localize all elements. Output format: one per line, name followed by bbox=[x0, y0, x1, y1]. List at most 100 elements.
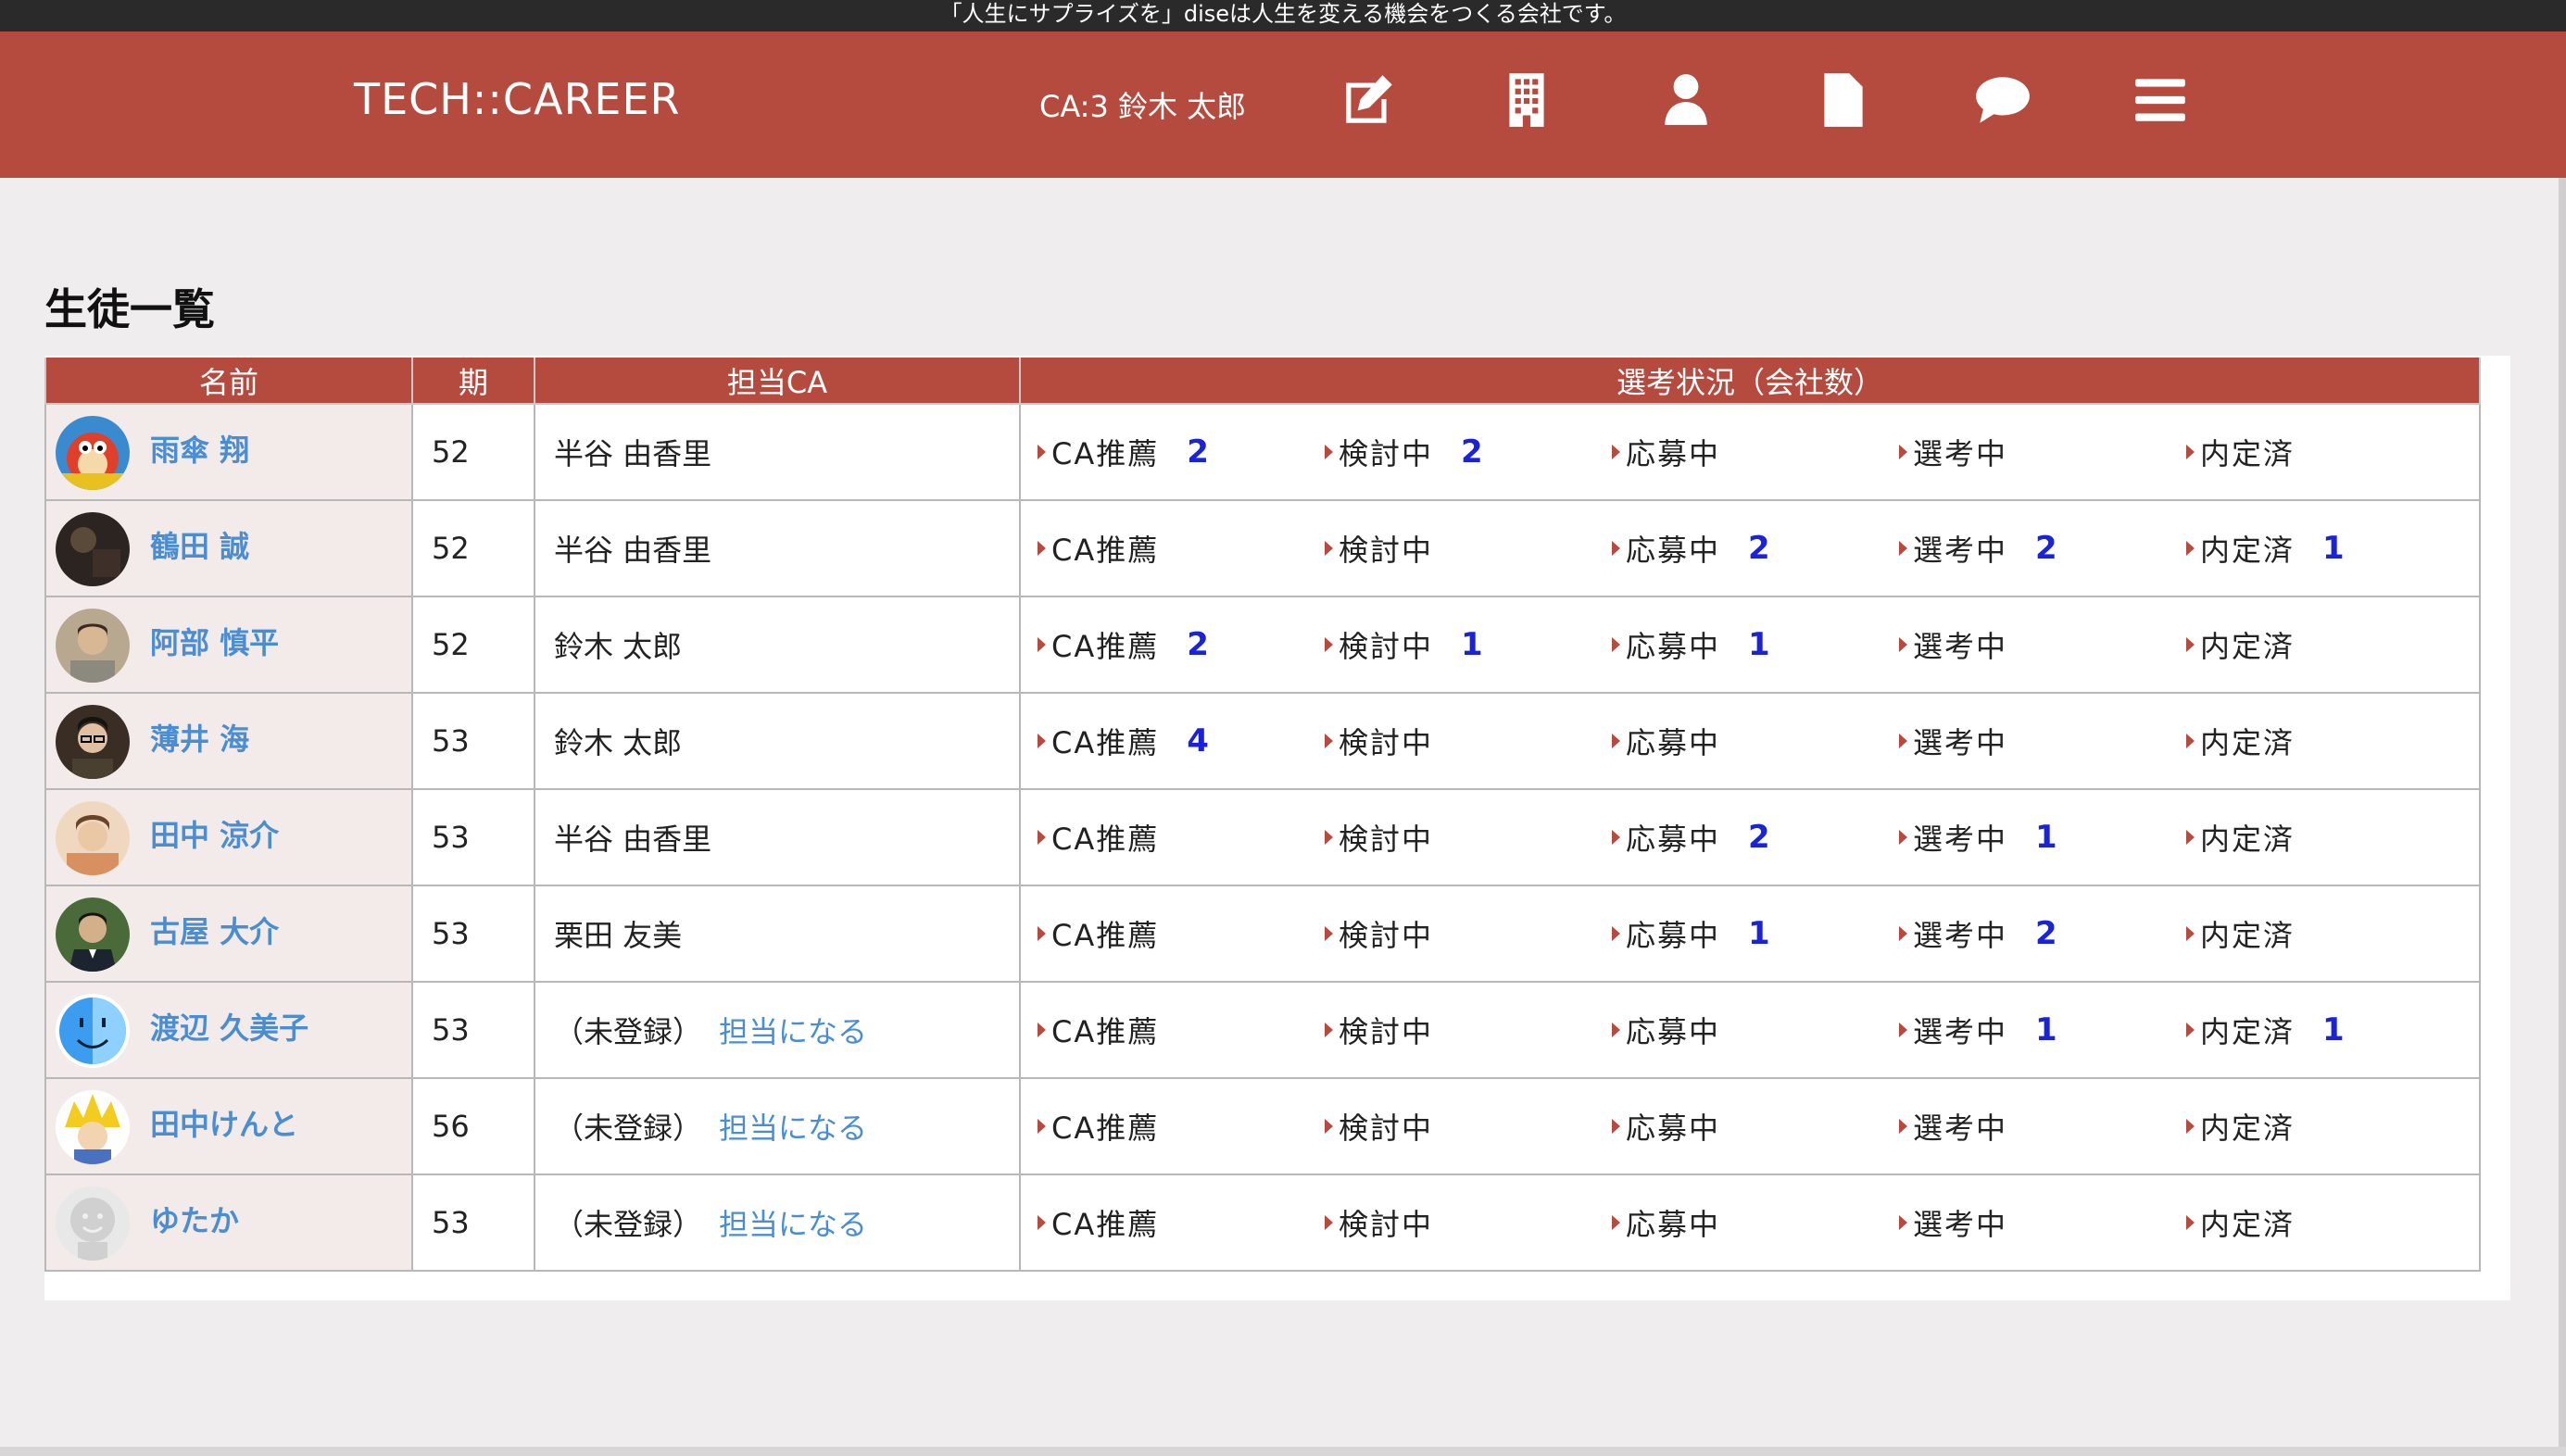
status-item[interactable]: 選考中 1 bbox=[1899, 816, 2186, 859]
status-item[interactable]: CA推薦 bbox=[1038, 816, 1325, 859]
status-count[interactable]: 2 bbox=[1748, 530, 1772, 567]
status-count[interactable]: 2 bbox=[1748, 819, 1772, 856]
status-item[interactable]: 内定済 1 bbox=[2186, 1009, 2473, 1051]
status-item[interactable]: CA推薦 bbox=[1038, 1009, 1325, 1051]
status-count[interactable]: 1 bbox=[1748, 626, 1772, 663]
status-count[interactable]: 2 bbox=[1187, 626, 1211, 663]
status-item[interactable]: 検討中 bbox=[1325, 912, 1612, 955]
student-name-link[interactable]: 雨傘 翔 bbox=[150, 427, 249, 470]
status-item[interactable]: 応募中 bbox=[1612, 1105, 1899, 1148]
status-count[interactable]: 2 bbox=[2035, 530, 2059, 567]
student-name-link[interactable]: 古屋 大介 bbox=[150, 909, 279, 951]
status-item[interactable]: CA推薦 bbox=[1038, 912, 1325, 955]
status-item[interactable]: 検討中 2 bbox=[1325, 431, 1612, 473]
status-item[interactable]: 応募中 1 bbox=[1612, 912, 1899, 955]
status-label: 選考中 bbox=[1913, 918, 2008, 953]
brand-logo[interactable]: TECH::CAREER bbox=[354, 74, 681, 124]
assign-link[interactable]: 担当になる bbox=[719, 1014, 867, 1049]
status-item[interactable]: CA推薦 bbox=[1038, 527, 1325, 570]
header-name[interactable]: 名前 bbox=[44, 358, 413, 405]
status-item[interactable]: 応募中 bbox=[1612, 1009, 1899, 1051]
avatar[interactable] bbox=[56, 1090, 130, 1164]
status-label: CA推薦 bbox=[1051, 533, 1160, 568]
status-count[interactable]: 1 bbox=[2322, 530, 2346, 567]
status-item[interactable]: 応募中 bbox=[1612, 431, 1899, 473]
status-item[interactable]: CA推薦 2 bbox=[1038, 623, 1325, 666]
status-item[interactable]: 選考中 bbox=[1899, 1201, 2186, 1244]
status-count[interactable]: 1 bbox=[2035, 819, 2059, 856]
student-name-link[interactable]: 田中 涼介 bbox=[150, 812, 279, 855]
status-item[interactable]: 検討中 bbox=[1325, 720, 1612, 762]
status-item[interactable]: 内定済 bbox=[2186, 1105, 2473, 1148]
status-item[interactable]: CA推薦 bbox=[1038, 1105, 1325, 1148]
status-count[interactable]: 4 bbox=[1187, 722, 1211, 759]
document-icon[interactable] bbox=[1810, 67, 1877, 133]
status-item[interactable]: 応募中 bbox=[1612, 1201, 1899, 1244]
status-item[interactable]: 応募中 2 bbox=[1612, 816, 1899, 859]
status-label: 選考中 bbox=[1913, 1014, 2008, 1049]
avatar[interactable] bbox=[56, 416, 130, 490]
student-name-link[interactable]: 阿部 慎平 bbox=[150, 620, 279, 662]
assign-link[interactable]: 担当になる bbox=[719, 1111, 867, 1146]
avatar[interactable] bbox=[56, 512, 130, 586]
header-ca[interactable]: 担当CA bbox=[534, 358, 1021, 405]
status-item[interactable]: 検討中 bbox=[1325, 816, 1612, 859]
status-item[interactable]: 内定済 bbox=[2186, 1201, 2473, 1244]
caret-right-icon bbox=[1899, 1119, 1907, 1134]
status-count[interactable]: 1 bbox=[1748, 915, 1772, 952]
caret-right-icon bbox=[2186, 926, 2195, 941]
student-name-link[interactable]: ゆたか bbox=[150, 1198, 239, 1240]
status-item[interactable]: 検討中 bbox=[1325, 527, 1612, 570]
avatar[interactable] bbox=[56, 897, 130, 972]
avatar[interactable] bbox=[56, 1186, 130, 1261]
status-item[interactable]: 検討中 bbox=[1325, 1201, 1612, 1244]
status-count[interactable]: 1 bbox=[2322, 1011, 2346, 1048]
avatar[interactable] bbox=[56, 994, 130, 1068]
status-item[interactable]: 検討中 1 bbox=[1325, 623, 1612, 666]
status-item[interactable]: 選考中 bbox=[1899, 623, 2186, 666]
caret-right-icon bbox=[1899, 1215, 1907, 1230]
chat-icon[interactable] bbox=[1969, 67, 2036, 133]
avatar[interactable] bbox=[56, 705, 130, 779]
status-item[interactable]: 選考中 1 bbox=[1899, 1009, 2186, 1051]
status-item[interactable]: CA推薦 2 bbox=[1038, 431, 1325, 473]
building-icon[interactable] bbox=[1493, 67, 1560, 133]
status-item[interactable]: 選考中 bbox=[1899, 720, 2186, 762]
status-count[interactable]: 2 bbox=[1187, 433, 1211, 471]
avatar[interactable] bbox=[56, 801, 130, 875]
student-name-link[interactable]: 渡辺 久美子 bbox=[150, 1005, 308, 1048]
status-item[interactable]: CA推薦 bbox=[1038, 1201, 1325, 1244]
status-item[interactable]: 内定済 1 bbox=[2186, 527, 2473, 570]
caret-right-icon bbox=[2186, 637, 2195, 652]
status-item[interactable]: 内定済 bbox=[2186, 816, 2473, 859]
status-count[interactable]: 2 bbox=[2035, 915, 2059, 952]
status-item[interactable]: 内定済 bbox=[2186, 912, 2473, 955]
header-term[interactable]: 期 bbox=[411, 358, 535, 405]
status-item[interactable]: 選考中 bbox=[1899, 1105, 2186, 1148]
status-item[interactable]: 内定済 bbox=[2186, 720, 2473, 762]
menu-icon[interactable] bbox=[2127, 67, 2194, 133]
status-item[interactable]: 選考中 2 bbox=[1899, 527, 2186, 570]
status-item[interactable]: 内定済 bbox=[2186, 431, 2473, 473]
status-item[interactable]: 選考中 bbox=[1899, 431, 2186, 473]
status-count[interactable]: 2 bbox=[1461, 433, 1485, 471]
status-count[interactable]: 1 bbox=[2035, 1011, 2059, 1048]
status-item[interactable]: 応募中 bbox=[1612, 720, 1899, 762]
student-name-link[interactable]: 田中けんと bbox=[150, 1101, 298, 1144]
status-item[interactable]: 検討中 bbox=[1325, 1009, 1612, 1051]
user-icon[interactable] bbox=[1653, 67, 1719, 133]
edit-icon[interactable] bbox=[1336, 67, 1402, 133]
status-item[interactable]: 応募中 1 bbox=[1612, 623, 1899, 666]
status-item[interactable]: 内定済 bbox=[2186, 623, 2473, 666]
student-name-link[interactable]: 鶴田 誠 bbox=[150, 523, 249, 566]
status-count[interactable]: 1 bbox=[1461, 626, 1485, 663]
name-cell: 鶴田 誠 bbox=[44, 499, 413, 597]
assign-link[interactable]: 担当になる bbox=[719, 1207, 867, 1242]
status-item[interactable]: 応募中 2 bbox=[1612, 527, 1899, 570]
status-item[interactable]: 検討中 bbox=[1325, 1105, 1612, 1148]
status-item[interactable]: CA推薦 4 bbox=[1038, 720, 1325, 762]
status-item[interactable]: 選考中 2 bbox=[1899, 912, 2186, 955]
unregistered-label: （未登録） bbox=[554, 1207, 703, 1242]
student-name-link[interactable]: 薄井 海 bbox=[150, 716, 249, 759]
avatar[interactable] bbox=[56, 609, 130, 683]
